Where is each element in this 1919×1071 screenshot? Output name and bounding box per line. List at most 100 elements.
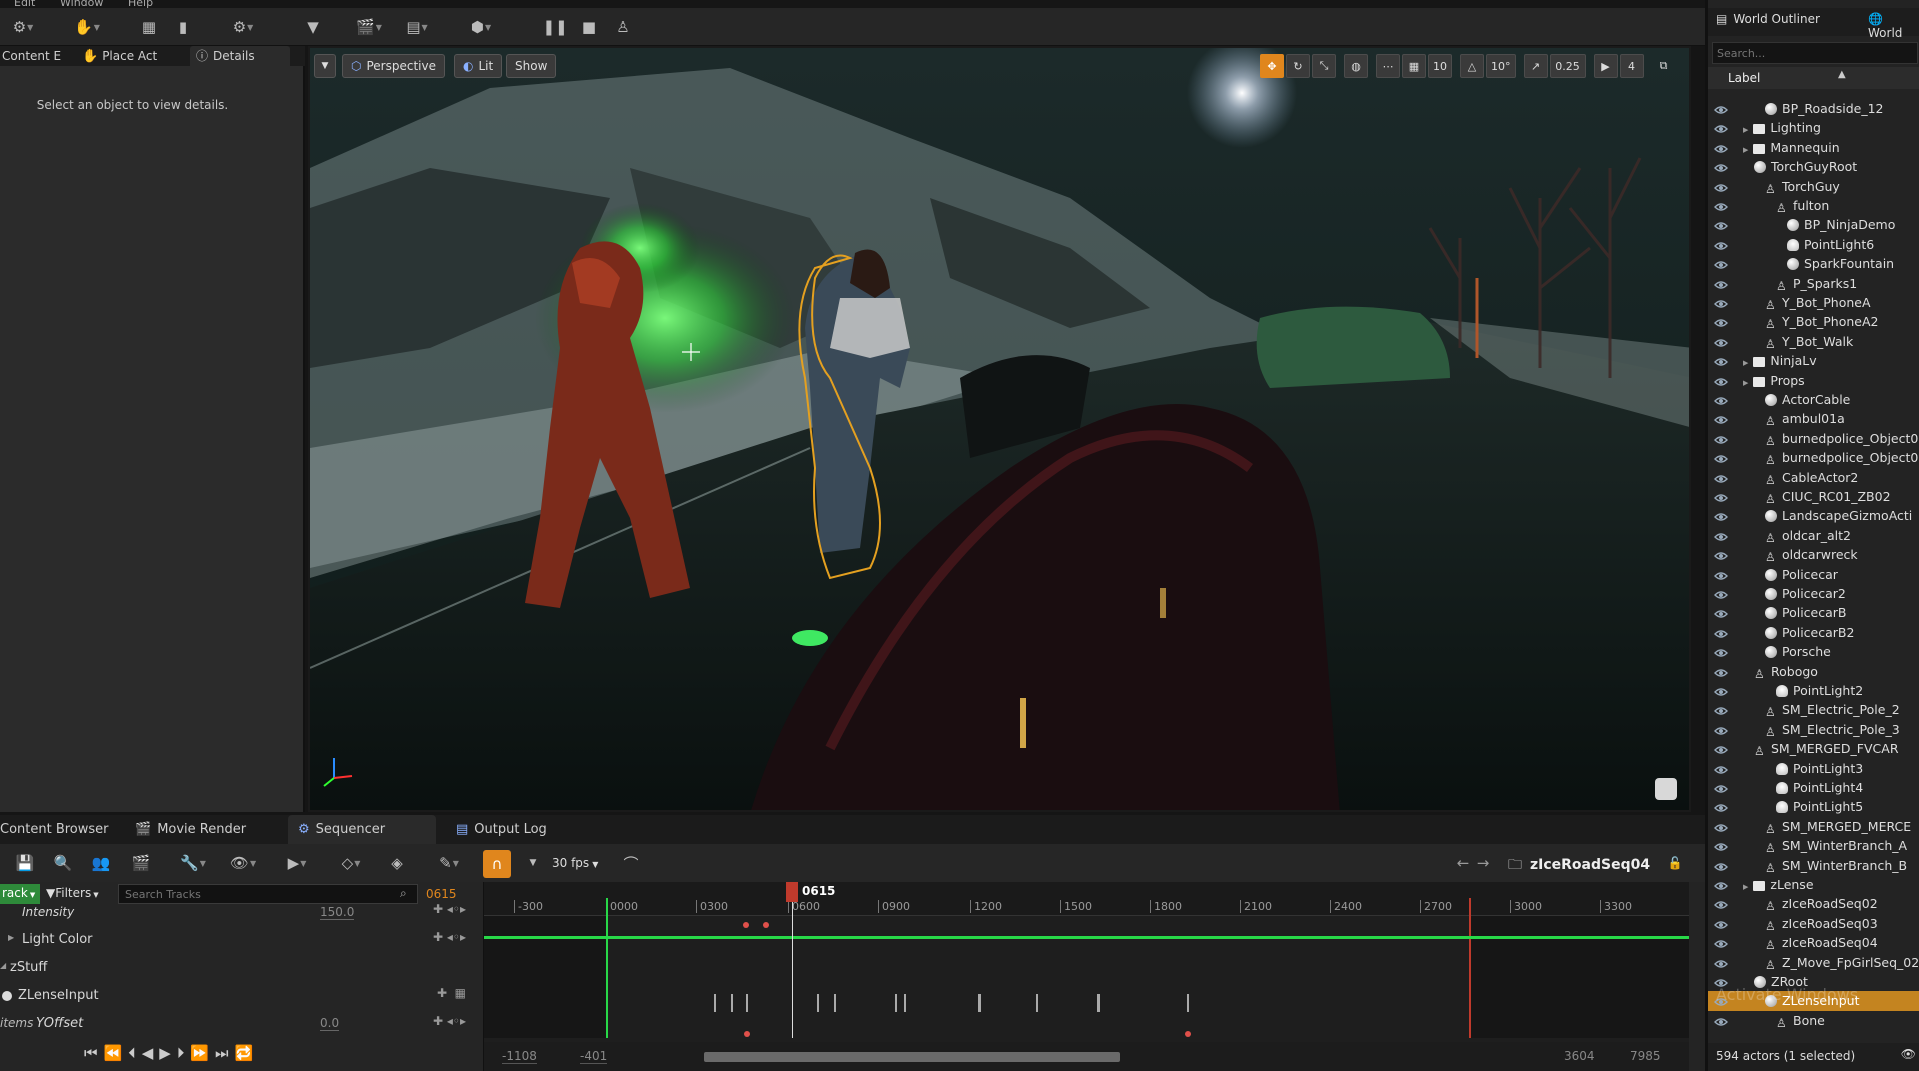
visibility-eye-icon[interactable] xyxy=(1714,491,1728,502)
visibility-eye-icon[interactable] xyxy=(1714,297,1728,308)
outliner-item[interactable]: ♙ SM_MERGED_FVCAR xyxy=(1708,739,1919,758)
actors-icon[interactable]: 👥 xyxy=(90,852,112,874)
view-mode-button[interactable]: ◐ Lit xyxy=(454,54,503,78)
range-view-end[interactable]: 3604 xyxy=(1564,1049,1595,1063)
visibility-eye-icon[interactable] xyxy=(1714,433,1728,444)
outliner-item[interactable]: ♙ CableActor2 xyxy=(1708,468,1919,487)
outliner-item[interactable]: Porsche xyxy=(1708,642,1919,661)
tab-output-log[interactable]: ▤ Output Log xyxy=(456,815,576,844)
keyframe[interactable] xyxy=(763,922,769,928)
outliner-item[interactable]: ♙ oldcarwreck xyxy=(1708,545,1919,564)
step-forward-icon[interactable]: ⏵ xyxy=(177,1044,191,1062)
outliner-item[interactable]: PointLight2 xyxy=(1708,681,1919,700)
outliner-item[interactable]: ♙ SM_Electric_Pole_2 xyxy=(1708,700,1919,719)
time-ruler[interactable]: -300 0000 0300 0600 0900 1200 1500 1800 … xyxy=(484,882,1689,916)
loop-icon[interactable]: 🔁 xyxy=(235,1044,260,1062)
visibility-eye-icon[interactable] xyxy=(1714,666,1728,677)
world-local-icon[interactable]: ◍ xyxy=(1344,54,1368,78)
visibility-eye-icon[interactable] xyxy=(1714,549,1728,560)
playhead[interactable] xyxy=(792,882,793,1038)
camera-speed-icon[interactable]: ▶ xyxy=(1593,54,1618,78)
visibility-eye-icon[interactable] xyxy=(1714,646,1728,657)
stop-icon[interactable]: ■ xyxy=(578,16,600,38)
outliner-item[interactable]: TorchGuyRoot xyxy=(1708,157,1919,176)
outliner-item[interactable]: Policecar2 xyxy=(1708,584,1919,603)
visibility-eye-icon[interactable] xyxy=(1714,607,1728,619)
outliner-item[interactable]: ♙ Y_Bot_PhoneA2 xyxy=(1708,312,1919,331)
visibility-eye-icon[interactable] xyxy=(1714,801,1728,813)
outliner-item[interactable]: PointLight5 xyxy=(1708,797,1919,816)
track-row-zlenseinput[interactable]: ZLenseInput ✚ ▦ xyxy=(0,982,484,1010)
sequence-name[interactable]: 🗀 zIceRoadSeq04 xyxy=(1508,854,1650,878)
track-row-light-color[interactable]: ▶ Light Color ✚ ◂◦▸ xyxy=(0,926,484,954)
outliner-item[interactable]: ActorCable xyxy=(1708,390,1919,409)
play-reverse-icon[interactable]: ◀ xyxy=(142,1044,160,1062)
current-frame-field[interactable]: 0615 xyxy=(426,887,457,901)
key-options-icon[interactable]: ◇ ▼ xyxy=(334,852,368,874)
rotate-snap-icon[interactable]: △ xyxy=(1460,54,1484,78)
marketplace-icon[interactable]: ▮ xyxy=(172,16,194,38)
scale-snap-icon[interactable]: ↗ xyxy=(1523,54,1548,78)
visibility-eye-icon[interactable] xyxy=(1714,704,1728,716)
visibility-eye-icon[interactable] xyxy=(1714,918,1728,929)
visibility-eye-icon[interactable] xyxy=(1714,685,1728,696)
visibility-eye-icon[interactable] xyxy=(1714,219,1728,231)
outliner-item[interactable]: PolicecarB2 xyxy=(1708,623,1919,642)
curve-editor-icon[interactable]: ⌒ xyxy=(620,852,642,874)
outliner-item[interactable]: ♙ Robogo xyxy=(1708,662,1919,681)
snap-magnet-icon[interactable]: ∩ xyxy=(483,850,511,878)
filters-button[interactable]: ▼Filters ▼ xyxy=(46,886,99,900)
track-row-yoffset[interactable]: items YOffset 0.0 ✚ ◂◦▸ xyxy=(0,1010,484,1038)
track-row-zstuff[interactable]: ◢ zStuff xyxy=(0,954,484,982)
range-start[interactable]: -1108 xyxy=(502,1049,537,1064)
prev-key-icon[interactable]: ⏪ xyxy=(104,1044,129,1062)
track-key-controls[interactable]: ✚ ▦ xyxy=(437,986,466,1000)
track-key-controls[interactable]: ✚ ◂◦▸ xyxy=(433,902,466,916)
camera-speed-value[interactable]: 4 xyxy=(1619,54,1644,78)
tab-world-settings[interactable]: 🌐World xyxy=(1868,12,1919,40)
outliner-item[interactable]: PointLight6 xyxy=(1708,235,1919,254)
fps-selector[interactable]: 30 fps ▼ xyxy=(552,856,598,870)
back-arrow-icon[interactable]: ← xyxy=(1452,852,1474,874)
visibility-eye-icon[interactable] xyxy=(1714,181,1728,192)
outliner-item[interactable]: ♙ Y_Bot_Walk xyxy=(1708,332,1919,351)
sort-arrow-icon[interactable]: ▲ xyxy=(1838,69,1846,80)
auto-key-icon[interactable]: ◈ xyxy=(386,852,408,874)
keyframe[interactable] xyxy=(743,922,749,928)
visibility-eye-icon[interactable] xyxy=(1714,1015,1728,1026)
actions-icon[interactable]: 🔧 ▼ xyxy=(176,852,210,874)
outliner-item[interactable]: ▶ NinjaLv xyxy=(1708,351,1919,370)
range-scrollbar[interactable] xyxy=(704,1052,1120,1062)
outliner-item[interactable]: SparkFountain xyxy=(1708,254,1919,273)
eject-icon[interactable]: ♙ xyxy=(612,16,634,38)
outliner-item[interactable]: ♙ Bone xyxy=(1708,1011,1919,1030)
scale-mode-icon[interactable]: ⤡ xyxy=(1312,54,1336,78)
outliner-item[interactable]: ♙ fulton xyxy=(1708,196,1919,215)
outliner-item[interactable]: ♙ P_Sparks1 xyxy=(1708,274,1919,293)
outliner-item[interactable]: ♙ Y_Bot_PhoneA xyxy=(1708,293,1919,312)
playback-start-marker[interactable] xyxy=(606,898,608,1038)
range-bar[interactable]: -1108 -401 3604 7985 xyxy=(484,1042,1689,1071)
outliner-item[interactable]: Policecar xyxy=(1708,565,1919,584)
visibility-eye-icon[interactable] xyxy=(1714,142,1728,153)
rotate-mode-icon[interactable]: ↻ xyxy=(1286,54,1310,78)
rotate-snap-value[interactable]: 10° xyxy=(1486,54,1516,78)
visibility-eye-icon[interactable] xyxy=(1714,821,1728,832)
visibility-eye-icon[interactable] xyxy=(1714,316,1728,328)
outliner-search-input[interactable] xyxy=(1712,42,1918,64)
outliner-item[interactable]: PointLight3 xyxy=(1708,759,1919,778)
outliner-item[interactable]: ▶ Mannequin xyxy=(1708,138,1919,157)
outliner-item[interactable]: LandscapeGizmoActi xyxy=(1708,506,1919,525)
tree-expand-arrow-icon[interactable]: ▶ xyxy=(1743,126,1748,134)
outliner-column-header[interactable]: Label ▲ xyxy=(1708,67,1919,89)
outliner-item[interactable]: ♙ burnedpolice_Object0 xyxy=(1708,448,1919,467)
jump-start-icon[interactable]: ⏮ xyxy=(84,1044,104,1062)
outliner-item[interactable]: ♙ SM_WinterBranch_B xyxy=(1708,856,1919,875)
visibility-eye-icon[interactable] xyxy=(1714,452,1728,463)
tab-world-outliner[interactable]: ▤ World Outliner xyxy=(1716,12,1820,26)
visibility-eye-icon[interactable] xyxy=(1714,413,1728,425)
visibility-eye-icon[interactable] xyxy=(1714,122,1728,134)
visibility-eye-icon[interactable] xyxy=(1714,278,1728,289)
visibility-eye-icon[interactable] xyxy=(1714,957,1728,968)
visibility-eye-icon[interactable] xyxy=(1714,724,1728,735)
